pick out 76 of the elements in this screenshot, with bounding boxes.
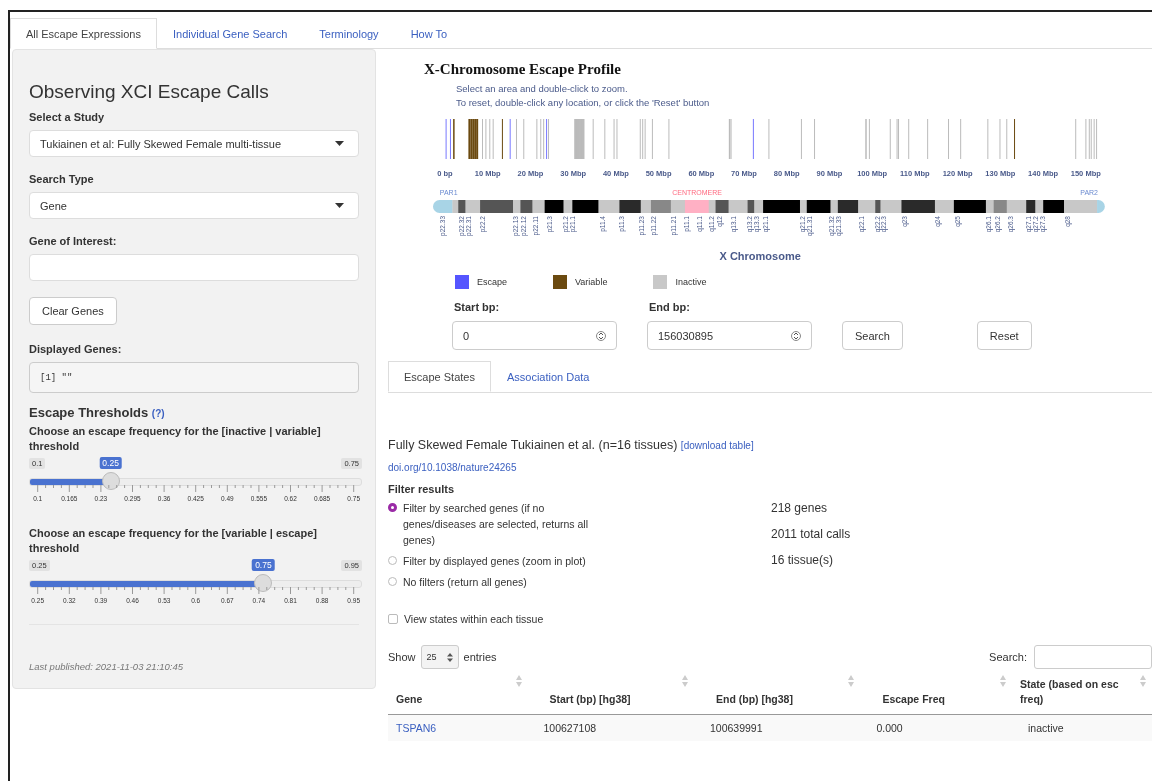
nav-tab[interactable]: Individual Gene Search [156, 18, 304, 49]
entries-label: entries [463, 651, 497, 663]
legend-label: Variable [575, 277, 608, 287]
checkbox[interactable] [388, 614, 398, 624]
slider-handle[interactable] [101, 472, 120, 490]
spinner-icon [791, 329, 801, 342]
nav-tab[interactable]: How To [394, 18, 464, 49]
results-tab[interactable]: Association Data [490, 361, 606, 392]
column-header[interactable]: End (bp) [hg38] [715, 692, 793, 707]
sort-icon[interactable] [681, 675, 688, 687]
slider-handle[interactable] [254, 574, 273, 592]
search-label: Search: [989, 651, 1027, 663]
spinner-icon [596, 329, 606, 342]
plot-hint: Select an area and double-click to zoom. [456, 82, 629, 96]
column-header[interactable]: State (based on esc freq) [1020, 677, 1140, 707]
gene-link[interactable]: TSPAN6 [396, 722, 437, 734]
table-cell: 100639991 [709, 722, 763, 734]
gene-input-field[interactable] [29, 254, 359, 281]
results-heading: Fully Skewed Female Tukiainen et al. (n=16 tissues) [388, 438, 678, 452]
clear-genes-button[interactable]: Clear Genes [29, 297, 117, 325]
sort-icon[interactable] [1000, 675, 1006, 687]
nav-tab[interactable]: Terminology [303, 18, 395, 49]
table-cell: 0.000 [876, 722, 903, 734]
search-type-select[interactable]: Gene [29, 192, 359, 219]
plot-hint: To reset, double-click any location, or click the 'Reset' button [456, 96, 711, 110]
field-label: Gene of Interest: [29, 235, 118, 247]
slider-value-label: 0.75 [252, 559, 275, 571]
slider-label: Choose an escape frequency for the [variable | escape] threshold [29, 526, 318, 556]
section-heading: Escape Thresholds [29, 405, 149, 420]
field-label: End bp: [649, 301, 691, 313]
stat-text: 2011 total calls [771, 526, 851, 542]
reset-button[interactable]: Reset [976, 321, 1032, 350]
legend-label: Escape [477, 277, 508, 287]
radio-label[interactable]: No filters (return all genes) [403, 574, 618, 590]
radio-label[interactable]: Filter by searched genes (if no genes/diseases are selected, returns all genes) [403, 500, 618, 548]
radio-label[interactable]: Filter by displayed genes (zoom in plot) [403, 553, 618, 569]
table-cell: 100627108 [543, 722, 597, 734]
filter-title: Filter results [388, 483, 456, 495]
plot-title: X-Chromosome Escape Profile [424, 61, 622, 78]
field-label: Displayed Genes: [29, 343, 123, 355]
published-date: Last published: 2021-11-03 21:10:45 [29, 661, 185, 672]
radio-button[interactable] [388, 503, 397, 512]
table-search-field[interactable] [1034, 645, 1152, 669]
page-size-select[interactable]: 25 [420, 645, 459, 669]
results-tab[interactable]: Escape States [388, 361, 491, 392]
nav-tab[interactable]: All Escape Expressions [10, 18, 157, 49]
help-link[interactable]: (?) [151, 408, 165, 419]
field-label: Search Type [29, 173, 95, 185]
field-label: Select a Study [29, 111, 106, 123]
sidebar-title: Observing XCI Escape Calls [29, 81, 270, 103]
show-label: Show [388, 651, 416, 663]
sort-icon[interactable] [515, 675, 522, 687]
search-button[interactable]: Search [842, 321, 903, 350]
column-header[interactable]: Escape Freq [882, 692, 945, 707]
column-header[interactable]: Start (bp) [hg38] [549, 692, 631, 707]
slider-label: Choose an escape frequency for the [inactive | variable] threshold [29, 424, 322, 454]
sort-icon[interactable] [848, 675, 855, 687]
end-bp-field[interactable]: 156030895 [647, 321, 812, 350]
updown-icon [446, 652, 453, 662]
displayed-genes-output: [1] "" [29, 362, 359, 393]
doi-link[interactable]: doi.org/10.1038/nature24265 [388, 462, 1152, 473]
caret-icon [335, 203, 344, 208]
table-cell: inactive [1028, 722, 1064, 734]
caret-icon [335, 141, 344, 146]
study-select[interactable]: Tukiainen et al: Fully Skewed Female multi-tissue [29, 130, 359, 157]
legend-label: Inactive [675, 277, 707, 287]
slider-value-label: 0.25 [99, 457, 122, 469]
download-link[interactable]: [download table] [680, 440, 754, 451]
stat-text: 218 genes [771, 500, 829, 516]
start-bp-field[interactable]: 0 [452, 321, 617, 350]
sort-icon[interactable] [1140, 675, 1146, 687]
column-header[interactable]: Gene [396, 692, 423, 707]
checkbox-label[interactable]: View states within each tissue [404, 613, 544, 625]
chromosome-title: X Chromosome [719, 250, 801, 262]
stat-text: 16 tissue(s) [771, 552, 835, 568]
field-label: Start bp: [454, 301, 501, 313]
